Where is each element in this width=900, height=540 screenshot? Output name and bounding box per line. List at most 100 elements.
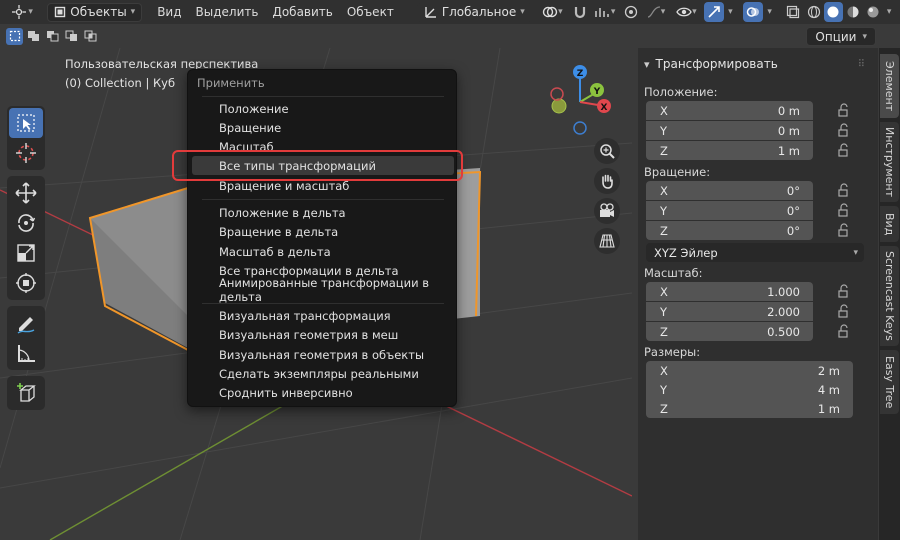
menu-item-rotation[interactable]: Вращение bbox=[192, 118, 454, 137]
dimensions-label: Размеры: bbox=[644, 345, 701, 359]
menu-view[interactable]: Вид bbox=[150, 2, 188, 22]
editor-type-button[interactable]: ▾ bbox=[6, 2, 39, 22]
gizmo-dropdown[interactable]: ▾ bbox=[724, 2, 738, 22]
axis-label: Z bbox=[660, 223, 668, 238]
zoom-button[interactable] bbox=[594, 138, 620, 164]
rotation-y-field[interactable]: Y 0° bbox=[646, 201, 813, 220]
menu-item-location-delta[interactable]: Положение в дельта bbox=[192, 203, 454, 222]
falloff-dropdown[interactable]: ▾ bbox=[641, 2, 670, 22]
lock-icon[interactable] bbox=[837, 203, 851, 217]
orientation-label: Глобальное bbox=[441, 5, 517, 19]
pan-button[interactable] bbox=[594, 168, 620, 194]
mode-label: Объекты bbox=[70, 5, 127, 19]
menu-object[interactable]: Объект bbox=[340, 2, 401, 22]
gizmo-arrow-icon bbox=[708, 6, 720, 18]
select-intersect-button[interactable] bbox=[82, 28, 99, 45]
orientation-dropdown[interactable]: Глобальное ▾ bbox=[416, 2, 532, 22]
rotate-tool[interactable] bbox=[9, 208, 43, 238]
menu-item-animated-transforms-delta[interactable]: Анимированные трансформации в дельта bbox=[192, 276, 454, 304]
menu-select[interactable]: Выделить bbox=[189, 2, 266, 22]
lock-icon[interactable] bbox=[837, 103, 851, 117]
measure-tool[interactable] bbox=[9, 338, 43, 368]
lock-icon[interactable] bbox=[837, 123, 851, 137]
move-tool[interactable] bbox=[9, 178, 43, 208]
menu-item-rotation-and-scale[interactable]: Вращение и масштаб bbox=[192, 176, 454, 195]
scale-y-field[interactable]: Y 2.000 bbox=[646, 302, 813, 321]
axis-label: Z bbox=[660, 324, 668, 339]
grid-perspective-icon bbox=[599, 234, 615, 248]
dimensions-x-field[interactable]: X 2 m bbox=[646, 361, 853, 380]
field-value: 0° bbox=[786, 203, 800, 218]
location-x-field[interactable]: X 0 m bbox=[646, 101, 813, 120]
select-box-tool[interactable] bbox=[9, 108, 43, 138]
scale-x-field[interactable]: X 1.000 bbox=[646, 282, 813, 301]
pivot-point-button[interactable]: ▾ bbox=[536, 2, 569, 22]
transform-tool[interactable] bbox=[9, 268, 43, 298]
ruler-icon bbox=[18, 345, 35, 362]
lock-icon[interactable] bbox=[837, 304, 851, 318]
shading-material-button[interactable] bbox=[843, 2, 863, 22]
collection-label: (0) Collection | Куб bbox=[65, 76, 176, 90]
dimensions-z-field[interactable]: Z 1 m bbox=[646, 399, 853, 418]
chevron-down-icon: ▾ bbox=[660, 7, 666, 17]
menu-item-parent-inverse[interactable]: Сроднить инверсивно bbox=[192, 383, 454, 402]
location-z-field[interactable]: Z 1 m bbox=[646, 141, 813, 160]
dimensions-y-field[interactable]: Y 4 m bbox=[646, 380, 853, 399]
camera-view-button[interactable] bbox=[594, 198, 620, 224]
select-difference-button[interactable] bbox=[63, 28, 80, 45]
scale-z-field[interactable]: Z 0.500 bbox=[646, 322, 813, 341]
add-cube-tool[interactable] bbox=[9, 378, 43, 408]
lock-icon[interactable] bbox=[837, 324, 851, 338]
lock-icon[interactable] bbox=[837, 143, 851, 157]
snap-target-dropdown[interactable]: ▾ bbox=[591, 2, 620, 22]
rotation-x-field[interactable]: X 0° bbox=[646, 181, 813, 200]
overlays-dropdown[interactable]: ▾ bbox=[763, 2, 777, 22]
overlays-toggle[interactable] bbox=[743, 2, 763, 22]
tab-tool[interactable]: Инструмент bbox=[880, 122, 899, 202]
shading-dropdown[interactable]: ▾ bbox=[882, 2, 896, 22]
shading-solid-button[interactable] bbox=[823, 2, 844, 22]
tab-item[interactable]: Элемент bbox=[880, 54, 899, 118]
cursor-tool[interactable] bbox=[9, 138, 43, 168]
xray-toggle[interactable] bbox=[783, 2, 805, 22]
scale-tool[interactable] bbox=[9, 238, 43, 268]
rotation-z-field[interactable]: Z 0° bbox=[646, 221, 813, 240]
transform-panel-header[interactable]: ▾ Трансформировать ⠿ bbox=[638, 54, 878, 74]
tab-view[interactable]: Вид bbox=[880, 206, 899, 242]
perspective-toggle-button[interactable] bbox=[594, 228, 620, 254]
annotate-tool[interactable] bbox=[9, 308, 43, 338]
lock-icon[interactable] bbox=[837, 183, 851, 197]
menu-item-location[interactable]: Положение bbox=[192, 99, 454, 118]
apply-menu: Применить Положение Вращение Масштаб Все… bbox=[187, 69, 457, 407]
lock-icon[interactable] bbox=[837, 284, 851, 298]
menu-item-scale[interactable]: Масштаб bbox=[192, 137, 454, 156]
select-extend-button[interactable] bbox=[25, 28, 42, 45]
menu-add[interactable]: Добавить bbox=[265, 2, 339, 22]
neg-x-axis-ball bbox=[550, 87, 564, 101]
menu-item-visual-geometry-to-objects[interactable]: Визуальная геометрия в объекты bbox=[192, 345, 454, 364]
mode-dropdown[interactable]: Объекты ▾ bbox=[47, 2, 143, 22]
snap-toggle[interactable] bbox=[569, 2, 591, 22]
location-y-field[interactable]: Y 0 m bbox=[646, 121, 813, 140]
menu-item-visual-transform[interactable]: Визуальная трансформация bbox=[192, 306, 454, 325]
menu-item-make-instances-real[interactable]: Сделать экземпляры реальными bbox=[192, 364, 454, 383]
select-subtract-button[interactable] bbox=[44, 28, 61, 45]
options-dropdown[interactable]: Опции ▾ bbox=[806, 27, 876, 46]
visibility-dropdown[interactable]: ▾ bbox=[671, 2, 702, 22]
drag-handle-icon[interactable]: ⠿ bbox=[858, 59, 866, 70]
tab-easy-tree[interactable]: Easy Tree bbox=[880, 350, 899, 414]
tab-screencast-keys[interactable]: Screencast Keys bbox=[880, 246, 899, 346]
gizmo-toggle[interactable] bbox=[704, 2, 724, 22]
shading-wireframe-button[interactable] bbox=[804, 2, 824, 22]
menu-item-visual-geometry-to-mesh[interactable]: Визуальная геометрия в меш bbox=[192, 325, 454, 344]
proportional-edit-toggle[interactable] bbox=[620, 2, 642, 22]
menu-item-all-transforms[interactable]: Все типы трансформаций bbox=[192, 156, 454, 175]
transform-orientation-icon bbox=[425, 7, 436, 18]
navigation-gizmo[interactable]: Z Y X bbox=[545, 60, 615, 142]
rotation-mode-dropdown[interactable]: XYZ Эйлер ▾ bbox=[646, 243, 864, 262]
menu-item-rotation-delta[interactable]: Вращение в дельта bbox=[192, 222, 454, 241]
lock-icon[interactable] bbox=[837, 223, 851, 237]
select-new-button[interactable] bbox=[6, 27, 23, 45]
shading-rendered-button[interactable] bbox=[863, 2, 883, 22]
menu-item-scale-delta[interactable]: Масштаб в дельта bbox=[192, 242, 454, 261]
